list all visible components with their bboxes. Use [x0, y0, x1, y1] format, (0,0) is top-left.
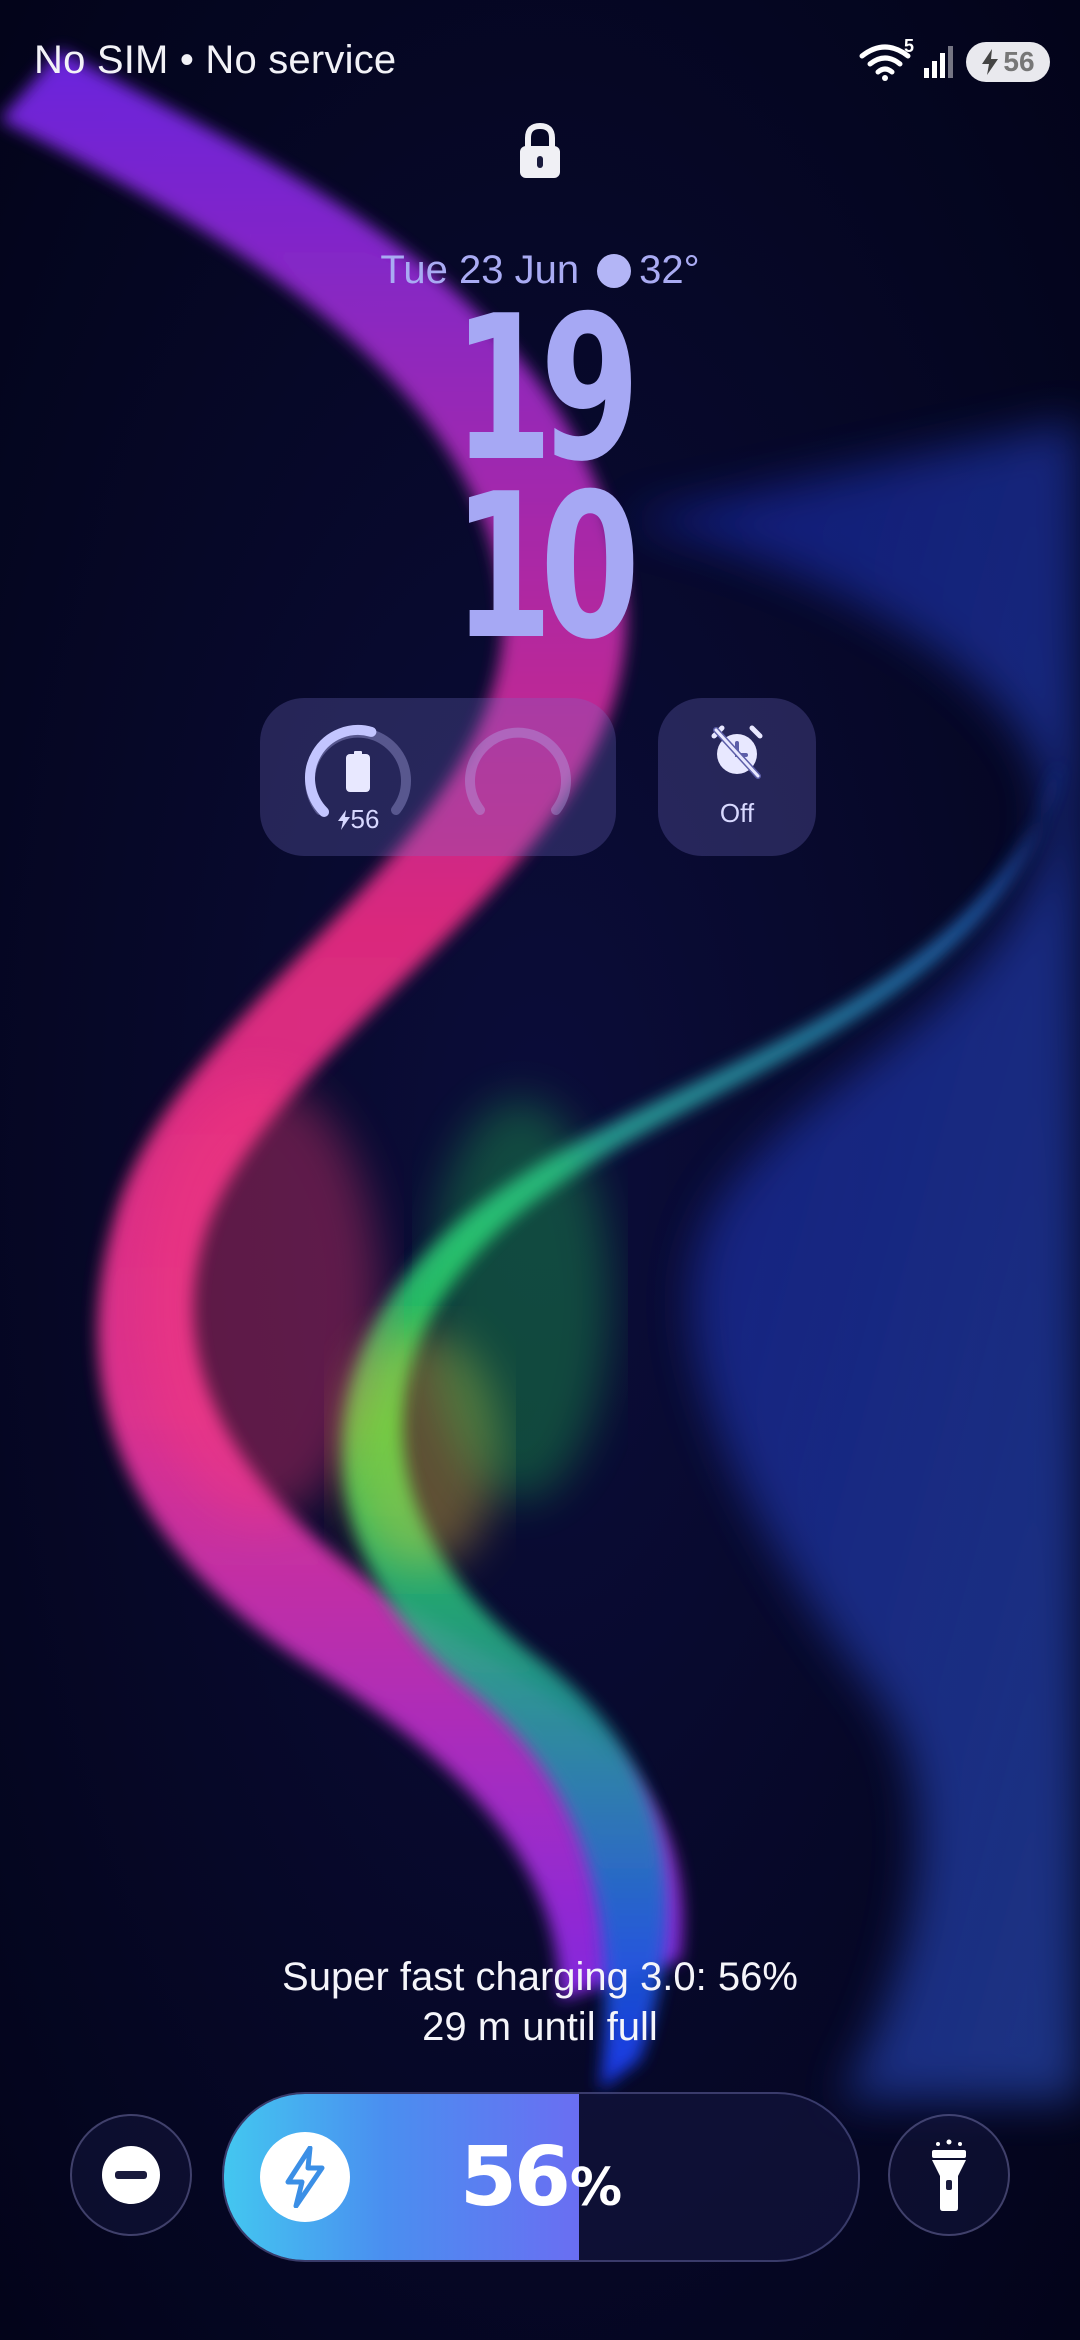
wifi-status: 5 [858, 36, 914, 82]
battery-widget[interactable]: 56 [260, 698, 616, 856]
alarm-off-icon [711, 725, 763, 779]
do-not-disturb-icon [102, 2146, 160, 2204]
charging-percent: 56% [459, 2130, 623, 2225]
temperature: 32° [639, 248, 700, 292]
do-not-disturb-button[interactable] [70, 2114, 192, 2236]
lock-icon[interactable] [518, 122, 562, 180]
status-icons: 5 56 [858, 36, 1050, 84]
clock-minute: 10 [452, 451, 640, 684]
cellular-signal-icon [924, 46, 953, 78]
charging-status: Super fast charging 3.0: 56% [282, 1955, 798, 1999]
charging-time-remaining: 29 m until full [422, 2005, 658, 2049]
charging-bolt-icon [982, 49, 999, 75]
charging-progress: 56% [222, 2092, 860, 2262]
battery-level: 56 [1003, 46, 1035, 77]
status-bar: No SIM • No service 5 56 [0, 0, 1080, 120]
alarm-status: Off [719, 798, 755, 828]
secondary-device-gauge [465, 727, 571, 815]
flashlight-icon [932, 2139, 966, 2211]
battery-gauge-label: 56 [298, 804, 418, 835]
phone-icon [346, 754, 370, 792]
flashlight-button[interactable] [888, 2114, 1010, 2236]
battery-indicator: 56 [966, 42, 1050, 82]
wifi-generation-badge: 5 [903, 36, 914, 56]
alarm-widget[interactable]: Off [658, 698, 816, 856]
carrier-status: No SIM • No service [34, 38, 397, 82]
charging-bolt-icon [337, 810, 350, 830]
